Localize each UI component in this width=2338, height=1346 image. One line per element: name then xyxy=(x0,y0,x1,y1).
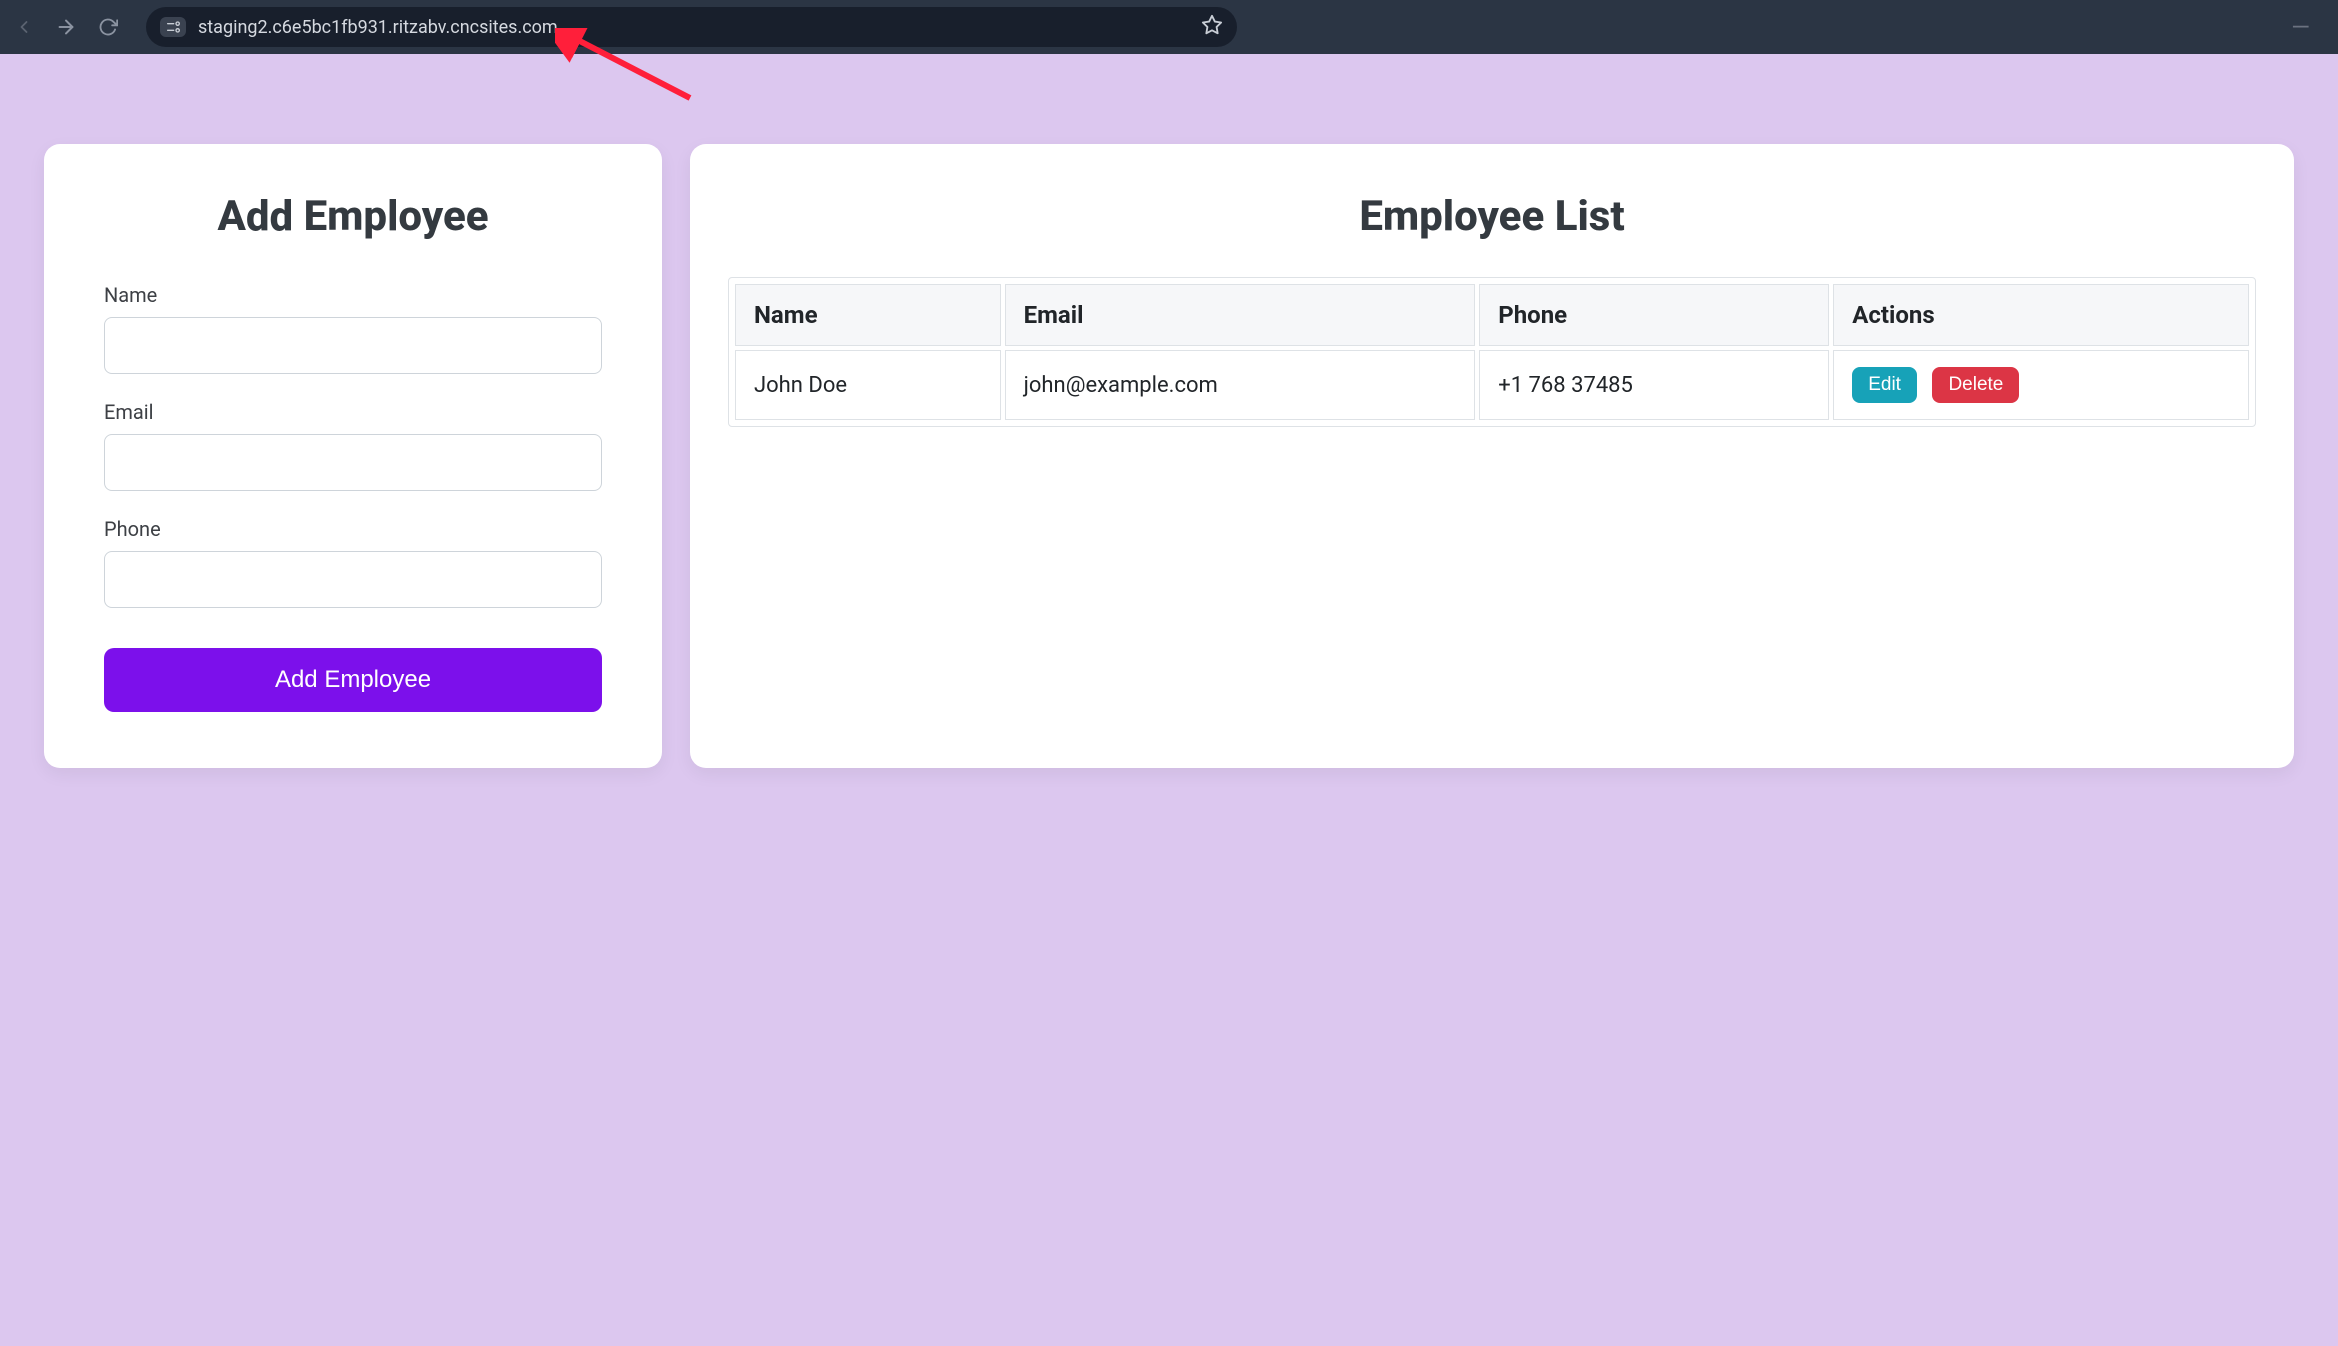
cell-actions: Edit Delete xyxy=(1833,350,2249,420)
table-header-row: Name Email Phone Actions xyxy=(735,284,2249,346)
site-info-icon[interactable] xyxy=(160,17,186,37)
form-group-email: Email xyxy=(104,400,602,491)
employee-list-card: Employee List Name Email Phone Actions J… xyxy=(690,144,2294,768)
employee-list-title: Employee List xyxy=(728,192,2256,241)
back-button[interactable] xyxy=(12,15,36,39)
address-bar[interactable]: staging2.c6e5bc1fb931.ritzabv.cncsites.c… xyxy=(146,7,1237,47)
table-row: John Doe john@example.com +1 768 37485 E… xyxy=(735,350,2249,420)
forward-button[interactable] xyxy=(54,15,78,39)
form-group-name: Name xyxy=(104,283,602,374)
url-text: staging2.c6e5bc1fb931.ritzabv.cncsites.c… xyxy=(198,17,1189,38)
phone-input[interactable] xyxy=(104,551,602,608)
phone-label: Phone xyxy=(104,517,602,541)
email-input[interactable] xyxy=(104,434,602,491)
col-phone: Phone xyxy=(1479,284,1829,346)
add-employee-title: Add Employee xyxy=(104,192,602,241)
form-group-phone: Phone xyxy=(104,517,602,608)
employee-table: Name Email Phone Actions John Doe john@e… xyxy=(728,277,2256,427)
cell-phone: +1 768 37485 xyxy=(1479,350,1829,420)
bookmark-star-icon[interactable] xyxy=(1201,14,1223,41)
col-actions: Actions xyxy=(1833,284,2249,346)
col-name: Name xyxy=(735,284,1001,346)
edit-button[interactable]: Edit xyxy=(1852,367,1917,403)
cell-name: John Doe xyxy=(735,350,1001,420)
name-label: Name xyxy=(104,283,602,307)
add-employee-button[interactable]: Add Employee xyxy=(104,648,602,712)
reload-button[interactable] xyxy=(96,15,120,39)
cell-email: john@example.com xyxy=(1005,350,1476,420)
page-content: Add Employee Name Email Phone Add Employ… xyxy=(0,54,2338,808)
browser-toolbar: staging2.c6e5bc1fb931.ritzabv.cncsites.c… xyxy=(0,0,2338,54)
name-input[interactable] xyxy=(104,317,602,374)
window-control-icon: — xyxy=(2291,13,2318,41)
add-employee-card: Add Employee Name Email Phone Add Employ… xyxy=(44,144,662,768)
delete-button[interactable]: Delete xyxy=(1932,367,2019,403)
chrome-spacer: — xyxy=(1255,13,2326,41)
col-email: Email xyxy=(1005,284,1476,346)
email-label: Email xyxy=(104,400,602,424)
